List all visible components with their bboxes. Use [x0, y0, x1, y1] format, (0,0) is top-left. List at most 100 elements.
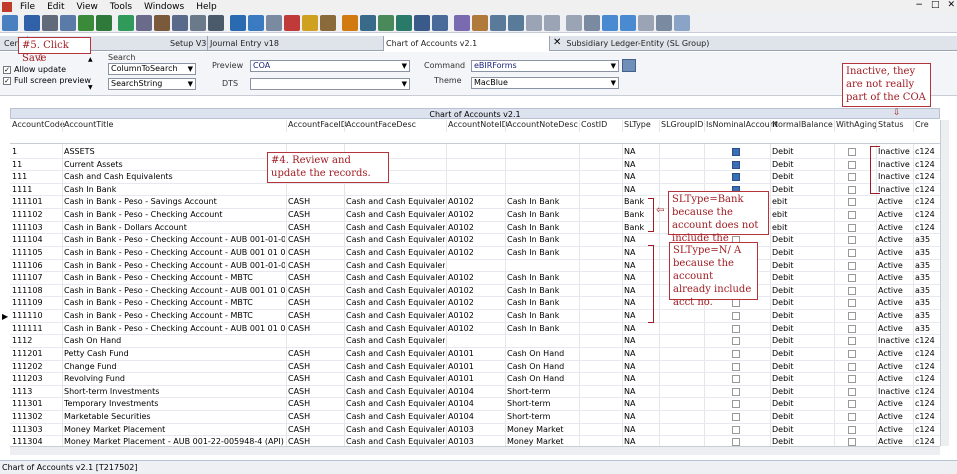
- with-aging-checkbox[interactable]: [848, 274, 856, 283]
- menu-edit[interactable]: Edit: [41, 2, 70, 12]
- filter3-icon[interactable]: [638, 14, 654, 31]
- is-nominal-checkbox[interactable]: [732, 173, 740, 182]
- column-header-normalbalance[interactable]: NormalBalance: [772, 120, 833, 132]
- frame2-icon[interactable]: [544, 14, 560, 31]
- close-tab-icon[interactable]: ✕: [550, 36, 564, 50]
- tool-icon[interactable]: [320, 14, 336, 31]
- with-aging-checkbox[interactable]: [848, 362, 856, 371]
- g-icon[interactable]: [342, 14, 358, 31]
- is-nominal-checkbox[interactable]: [732, 387, 740, 396]
- with-aging-checkbox[interactable]: [848, 211, 856, 220]
- menu-file[interactable]: File: [14, 2, 41, 12]
- table-row[interactable]: 111201 Petty Cash Fund CASH Cash and Cash E…: [10, 348, 940, 361]
- column-header-sltype[interactable]: SLType: [624, 120, 651, 132]
- table-row[interactable]: 1113 Short-term Investments CASH Cash and C…: [10, 386, 940, 399]
- is-nominal-checkbox[interactable]: [732, 312, 740, 321]
- is-nominal-checkbox[interactable]: [732, 299, 740, 308]
- is-nominal-checkbox[interactable]: [732, 362, 740, 371]
- preview-icon[interactable]: [60, 14, 76, 31]
- with-aging-checkbox[interactable]: [848, 425, 856, 434]
- refresh-icon[interactable]: [118, 14, 134, 31]
- table-row[interactable]: 111109 Cash in Bank - Peso - Checking Acc…: [10, 297, 940, 311]
- column-header-accountnotedesc[interactable]: AccountNoteDesc: [507, 120, 578, 132]
- table-row[interactable]: 1112 Cash On Hand Cash and Cash Equivalent…: [10, 335, 940, 348]
- table-row[interactable]: 11 Current Assets NA Debit Inactive c124: [10, 159, 940, 172]
- column-header-accountnoteid[interactable]: AccountNoteID: [448, 120, 508, 132]
- table-row[interactable]: 111103 Cash in Bank - Dollars Account CASH…: [10, 222, 940, 235]
- info-icon[interactable]: [248, 14, 264, 31]
- table-row[interactable]: 111107 Cash in Bank - Peso - Checking Acc…: [10, 272, 940, 285]
- table-row[interactable]: 111303 Money Market Placement CASH Cash and…: [10, 424, 940, 437]
- theme-select[interactable]: MacBlue ▼: [471, 77, 619, 89]
- column-header-accountfacedesc[interactable]: AccountFaceDesc: [346, 120, 416, 132]
- export-icon[interactable]: [396, 14, 412, 31]
- menu-tools[interactable]: Tools: [104, 2, 138, 12]
- with-aging-checkbox[interactable]: [848, 312, 856, 321]
- tab-subsidiary-ledger[interactable]: Subsidiary Ledger-Entity (SL Group): [564, 36, 804, 51]
- is-nominal-checkbox[interactable]: [732, 413, 740, 422]
- with-aging-checkbox[interactable]: [848, 160, 856, 169]
- is-nominal-checkbox[interactable]: [732, 160, 740, 169]
- help-icon[interactable]: [230, 14, 246, 31]
- module-icon[interactable]: [432, 14, 448, 31]
- menu-help[interactable]: Help: [190, 2, 223, 12]
- table-row[interactable]: 111301 Temporary Investments CASH Cash and …: [10, 398, 940, 411]
- is-nominal-checkbox[interactable]: [732, 337, 740, 346]
- cm-icon[interactable]: [284, 14, 300, 31]
- cut-icon[interactable]: [154, 14, 170, 31]
- paste-icon[interactable]: [190, 14, 206, 31]
- frame3-icon[interactable]: [566, 14, 582, 31]
- column-header-isnominalaccount[interactable]: IsNominalAccount: [706, 120, 778, 132]
- table-row[interactable]: 111108 Cash in Bank - Peso - Checking Acc…: [10, 285, 940, 298]
- scroll-down-icon[interactable]: ▼: [88, 84, 93, 91]
- tab-journal-entry[interactable]: Journal Entry v18: [208, 36, 384, 51]
- command-select[interactable]: eBIRForms ▼: [471, 60, 619, 72]
- table-row[interactable]: 111111 Cash in Bank - Peso - Checking Acc…: [10, 323, 940, 336]
- tab-chart-of-accounts[interactable]: Chart of Accounts v2.1: [384, 36, 550, 51]
- search-icon[interactable]: [136, 14, 152, 31]
- dts-select[interactable]: ▼: [250, 78, 410, 90]
- column-header-cre[interactable]: Cre: [915, 120, 929, 132]
- save-icon[interactable]: [24, 14, 40, 31]
- pin-icon[interactable]: [360, 14, 376, 31]
- key-icon[interactable]: [472, 14, 488, 31]
- with-aging-checkbox[interactable]: [848, 248, 856, 257]
- column-header-slgroupid[interactable]: SLGroupID: [661, 120, 703, 132]
- filter2-icon[interactable]: [620, 14, 636, 31]
- table-row[interactable]: 111203 Revolving Fund CASH Cash and Cash Eq…: [10, 373, 940, 386]
- table-row[interactable]: 111106 Cash in Bank - Peso - Checking Acc…: [10, 260, 940, 273]
- column-header-accountfaceid[interactable]: AccountFaceID: [288, 120, 347, 132]
- with-aging-checkbox[interactable]: [848, 337, 856, 346]
- close-button[interactable]: ✕: [947, 0, 955, 10]
- grid-icon[interactable]: [208, 14, 224, 31]
- up-icon[interactable]: [78, 14, 94, 31]
- table-row[interactable]: 111102 Cash in Bank - Peso - Checking Acc…: [10, 209, 940, 222]
- with-aging-checkbox[interactable]: [848, 148, 856, 156]
- is-nominal-checkbox[interactable]: [732, 375, 740, 384]
- restore-button[interactable]: □: [931, 0, 940, 10]
- with-aging-checkbox[interactable]: [848, 185, 856, 194]
- with-aging-checkbox[interactable]: [848, 324, 856, 333]
- table-row[interactable]: 111104 Cash in Bank - Peso - Checking Acc…: [10, 234, 940, 247]
- folder-icon[interactable]: [414, 14, 430, 31]
- is-nominal-checkbox[interactable]: [732, 425, 740, 434]
- filter-icon[interactable]: [602, 14, 618, 31]
- with-aging-checkbox[interactable]: [848, 223, 856, 232]
- print-icon[interactable]: [42, 14, 58, 31]
- table-row[interactable]: 111302 Marketable Securities CASH Cash and …: [10, 411, 940, 424]
- check-icon[interactable]: [584, 14, 600, 31]
- column-to-search-select[interactable]: ColumnToSearch ▼: [108, 63, 196, 75]
- allow-update-checkbox[interactable]: ✓ Allow update: [3, 65, 66, 74]
- with-aging-checkbox[interactable]: [848, 198, 856, 207]
- with-aging-checkbox[interactable]: [848, 413, 856, 422]
- with-aging-checkbox[interactable]: [848, 299, 856, 308]
- edit-icon[interactable]: [454, 14, 470, 31]
- vertical-scrollbar[interactable]: [940, 120, 949, 446]
- is-nominal-checkbox[interactable]: [732, 148, 740, 156]
- report-icon[interactable]: [266, 14, 282, 31]
- search-string-input[interactable]: SearchString ▼: [108, 78, 196, 90]
- columns-icon[interactable]: [656, 14, 672, 31]
- with-aging-checkbox[interactable]: [848, 236, 856, 245]
- column-header-status[interactable]: Status: [878, 120, 904, 132]
- table-row[interactable]: 111202 Change Fund CASH Cash and Cash Equiv…: [10, 361, 940, 374]
